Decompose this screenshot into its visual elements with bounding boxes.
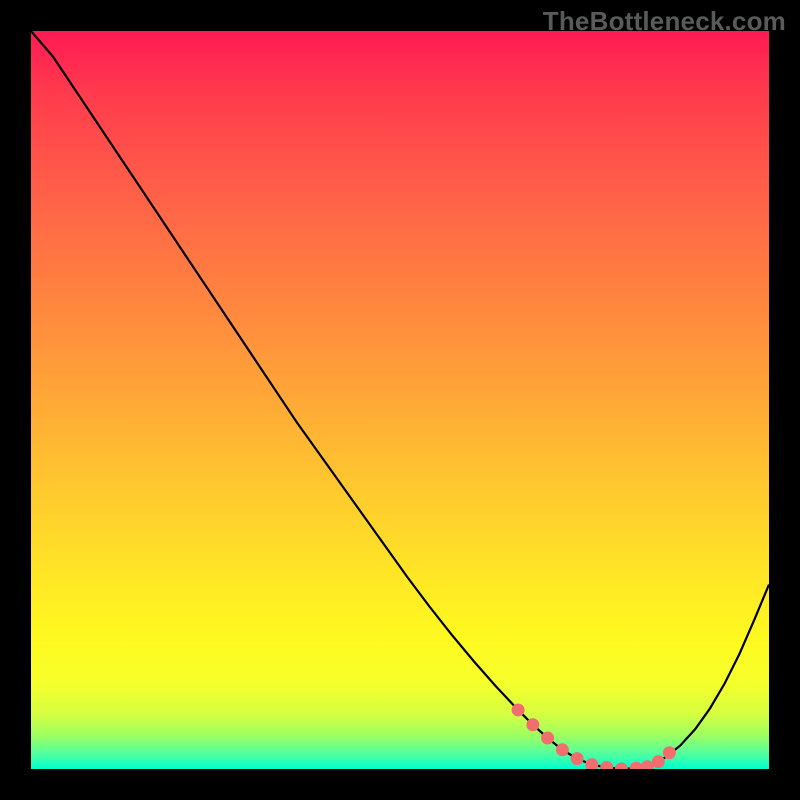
valley-marker (630, 762, 643, 769)
marker-group (31, 31, 769, 769)
valley-marker (526, 718, 539, 731)
chart-frame: TheBottleneck.com (0, 0, 800, 800)
valley-marker (541, 732, 554, 745)
valley-marker (512, 703, 525, 716)
valley-marker (652, 755, 665, 768)
valley-marker (641, 760, 654, 769)
valley-marker (571, 752, 584, 765)
valley-marker (600, 761, 613, 769)
valley-marker (663, 746, 676, 759)
valley-marker (556, 743, 569, 756)
valley-marker (585, 758, 598, 769)
valley-marker (615, 763, 628, 770)
plot-area (31, 31, 769, 769)
